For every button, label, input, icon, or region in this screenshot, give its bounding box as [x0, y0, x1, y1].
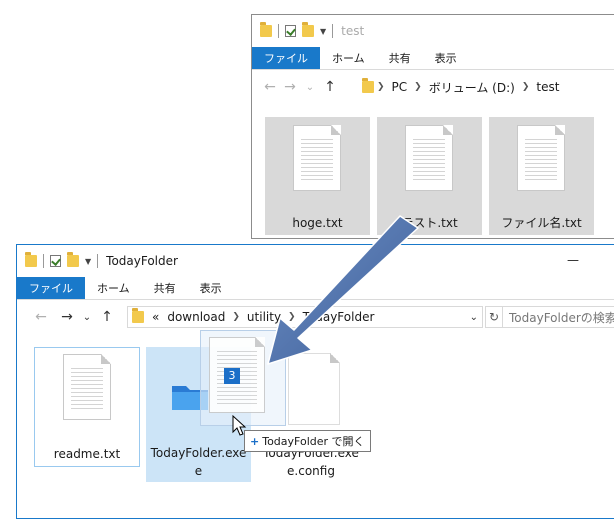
tab-file[interactable]: ファイル [17, 277, 85, 299]
breadcrumb-volume[interactable]: ボリューム (D:) [429, 79, 515, 96]
breadcrumb-overflow[interactable]: « [152, 310, 159, 324]
chevron-right-icon: ❯ [377, 82, 385, 92]
folder-icon [132, 308, 144, 323]
search-input[interactable]: TodayFolderの検索 [499, 306, 614, 328]
file-name: ファイル名.txt [501, 216, 582, 230]
address-bar[interactable]: ❯ PC ❯ ボリューム (D:) ❯ test [358, 76, 614, 98]
tab-view[interactable]: 表示 [423, 47, 469, 69]
chevron-right-icon: ❯ [232, 312, 240, 322]
breadcrumb-pc[interactable]: PC [392, 80, 408, 94]
breadcrumb-download[interactable]: download [167, 310, 225, 324]
file-tile-test[interactable]: テスト.txt [377, 117, 482, 235]
breadcrumb-utility[interactable]: utility [247, 310, 281, 324]
ribbon-tabs: ファイル ホーム 共有 表示 [252, 47, 614, 70]
address-bar[interactable]: « download ❯ utility ❯ TodayFolder ⌄ [127, 306, 483, 328]
folder-icon [25, 252, 37, 267]
file-name: readme.txt [53, 447, 121, 461]
up-arrow-icon[interactable]: ↑ [320, 79, 340, 95]
tooltip-text: TodayFolder で開く [262, 435, 365, 448]
plus-icon: + [250, 435, 260, 448]
config-file-icon [288, 353, 340, 425]
separator [278, 24, 279, 38]
folder-icon [260, 22, 272, 37]
recent-dropdown-icon[interactable]: ⌄ [300, 82, 320, 93]
file-tile-filename[interactable]: ファイル名.txt [489, 117, 594, 235]
breadcrumb-test[interactable]: test [536, 80, 559, 94]
new-folder-icon[interactable] [67, 252, 79, 267]
back-arrow-icon[interactable]: ← [31, 309, 51, 325]
chevron-right-icon: ❯ [288, 312, 296, 322]
ribbon-tabs: ファイル ホーム 共有 表示 [17, 277, 614, 300]
forward-arrow-icon[interactable]: → [57, 309, 77, 325]
drop-tooltip: + TodayFolder で開く [244, 430, 371, 452]
front-titlebar: ▼ TodayFolder — [17, 245, 614, 277]
separator [332, 24, 334, 38]
chevron-right-icon: ❯ [414, 82, 422, 92]
qa-customize-icon[interactable]: ▼ [85, 257, 91, 266]
tab-share[interactable]: 共有 [142, 277, 188, 299]
file-name: テスト.txt [401, 216, 458, 230]
separator [97, 254, 99, 268]
forward-arrow-icon[interactable]: → [280, 79, 300, 95]
drag-preview [200, 330, 286, 426]
chevron-right-icon: ❯ [521, 82, 530, 92]
text-file-icon [405, 125, 453, 191]
separator [43, 254, 44, 268]
file-name-line2: e.config [287, 464, 335, 478]
folder-icon [362, 78, 374, 93]
new-folder-icon[interactable] [302, 22, 314, 37]
file-name-line2: e [194, 464, 203, 478]
back-titlebar: ▼ test [252, 15, 614, 47]
tab-view[interactable]: 表示 [188, 277, 234, 299]
window-title: TodayFolder [106, 254, 178, 268]
tab-home[interactable]: ホーム [85, 277, 142, 299]
recent-dropdown-icon[interactable]: ⌄ [77, 312, 97, 323]
properties-icon[interactable] [285, 25, 296, 37]
file-tile-hoge[interactable]: hoge.txt [265, 117, 370, 235]
back-arrow-icon[interactable]: ← [260, 79, 280, 95]
quick-access-toolbar: ▼ [252, 22, 334, 38]
tab-share[interactable]: 共有 [377, 47, 423, 69]
properties-icon[interactable] [50, 255, 61, 267]
minimize-button[interactable]: — [567, 253, 579, 267]
drag-count-badge: 3 [224, 368, 240, 384]
breadcrumb-todayfolder[interactable]: TodayFolder [303, 310, 375, 324]
text-file-icon [63, 354, 111, 420]
window-title: test [341, 24, 365, 38]
tab-file[interactable]: ファイル [252, 47, 320, 69]
nav-bar: ← → ⌄ ↑ « download ❯ utility ❯ TodayFold… [17, 300, 614, 334]
file-name-line1: TodayFolder.exe [150, 446, 247, 460]
file-name: hoge.txt [292, 216, 343, 230]
tab-home[interactable]: ホーム [320, 47, 377, 69]
qa-customize-icon[interactable]: ▼ [320, 27, 326, 36]
nav-bar: ← → ⌄ ↑ ❯ PC ❯ ボリューム (D:) ❯ test [252, 70, 614, 104]
text-file-icon [293, 125, 341, 191]
up-arrow-icon[interactable]: ↑ [97, 309, 117, 325]
file-tile-readme[interactable]: readme.txt [34, 347, 140, 467]
quick-access-toolbar: ▼ [17, 252, 99, 268]
text-file-icon [517, 125, 565, 191]
address-dropdown-icon[interactable]: ⌄ [470, 312, 478, 323]
